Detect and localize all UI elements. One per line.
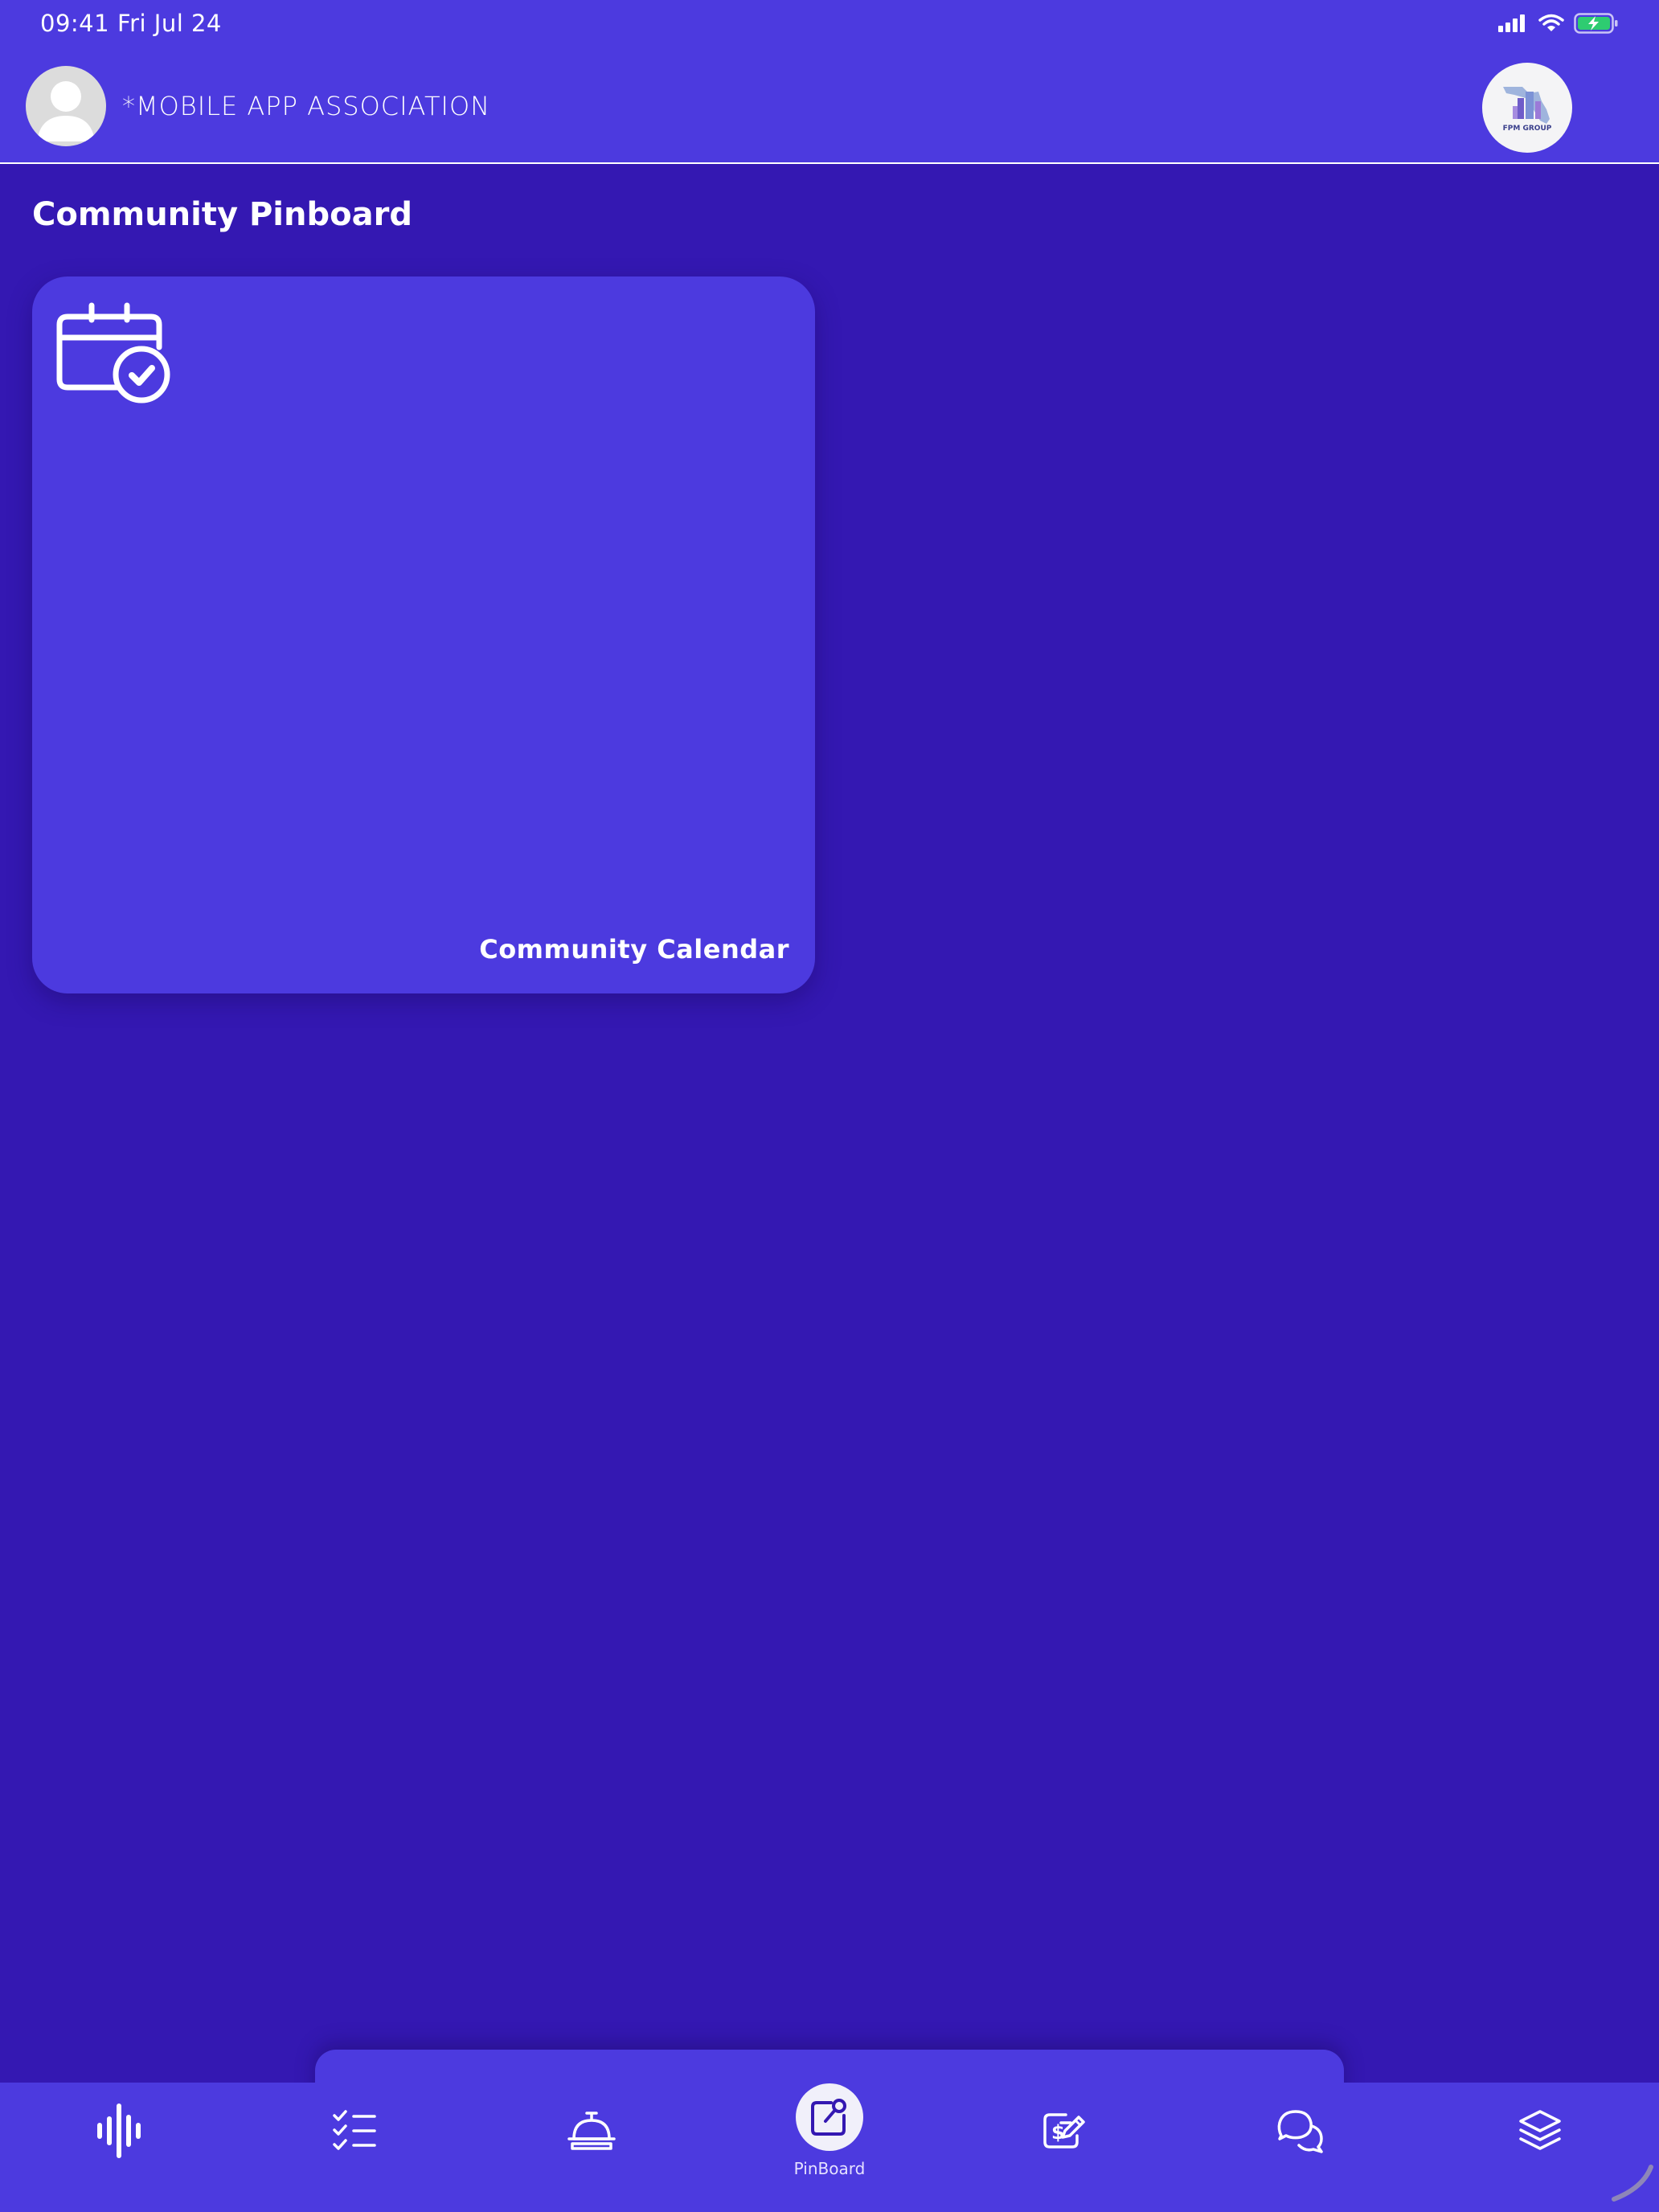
svg-text:FPM GROUP: FPM GROUP bbox=[1503, 125, 1552, 133]
card-label: Community Calendar bbox=[479, 934, 789, 965]
battery-charging-icon bbox=[1574, 13, 1619, 37]
tab-checklist[interactable] bbox=[307, 2083, 403, 2179]
layers-icon bbox=[1519, 2110, 1561, 2150]
service-bell-icon bbox=[567, 2112, 616, 2150]
tab-documents[interactable] bbox=[1492, 2083, 1588, 2179]
calendar-check-icon bbox=[56, 302, 170, 403]
wifi-icon bbox=[1538, 14, 1564, 36]
avatar[interactable] bbox=[26, 66, 106, 146]
tab-audio-wave[interactable] bbox=[71, 2083, 167, 2179]
svg-text:$: $ bbox=[1051, 2121, 1065, 2144]
chat-bubbles-icon bbox=[1277, 2110, 1323, 2153]
association-logo[interactable]: FPM GROUP bbox=[1482, 63, 1572, 153]
tab-service-bell[interactable] bbox=[543, 2083, 640, 2179]
user-placeholder-icon bbox=[37, 81, 95, 141]
status-date: Fri Jul 24 bbox=[117, 10, 222, 37]
page-title: Community Pinboard bbox=[32, 196, 412, 233]
association-name[interactable]: *MOBILE APP ASSOCIATION bbox=[122, 91, 490, 121]
fpm-group-logo-icon: FPM GROUP bbox=[1503, 87, 1552, 133]
tab-messages[interactable] bbox=[1252, 2083, 1349, 2179]
tab-payments[interactable]: $ bbox=[1016, 2083, 1112, 2179]
activity-indicator bbox=[1608, 2162, 1656, 2206]
tab-pinboard-label[interactable]: PinBoard bbox=[749, 2159, 910, 2178]
audio-wave-icon bbox=[97, 2103, 141, 2158]
top-bar: 09:41 Fri Jul 24 *MOBILE APP ASSOCIATION… bbox=[0, 0, 1659, 164]
pinboard-icon bbox=[811, 2099, 846, 2136]
cellular-signal-icon bbox=[1498, 14, 1529, 35]
payment-edit-icon: $ bbox=[1043, 2113, 1085, 2149]
community-calendar-card[interactable]: Community Calendar bbox=[32, 276, 815, 993]
checklist-icon bbox=[333, 2110, 376, 2150]
status-time: 09:41 bbox=[40, 10, 110, 37]
status-icons bbox=[1498, 13, 1619, 37]
tab-pinboard[interactable] bbox=[796, 2083, 863, 2151]
